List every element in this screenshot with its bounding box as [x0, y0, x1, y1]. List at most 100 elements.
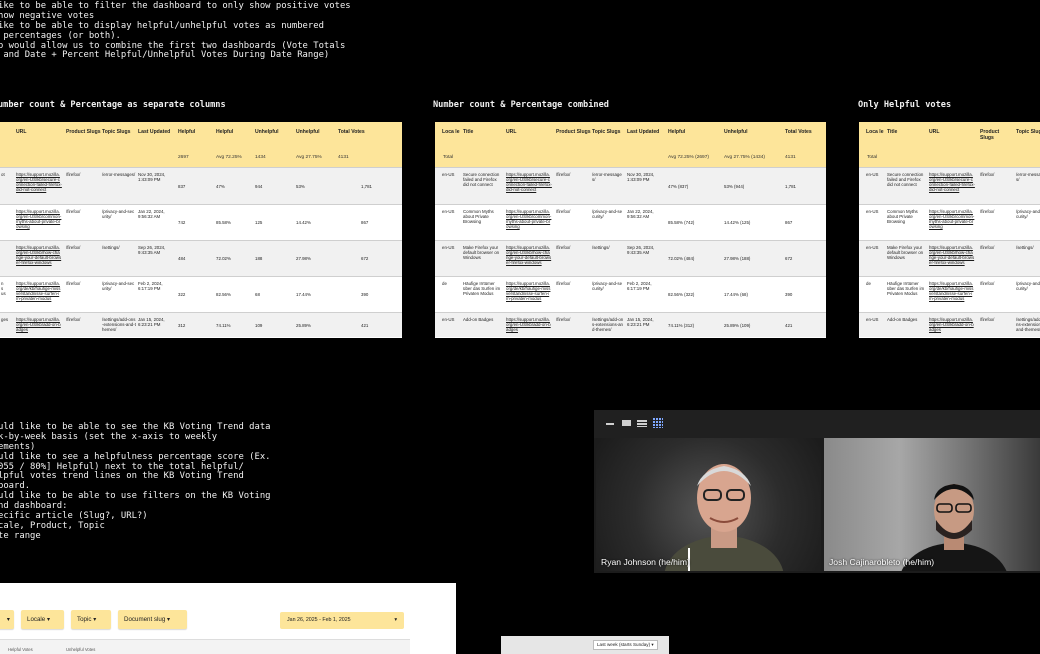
- row-url[interactable]: https://support.mozilla.org/en-US/kb/add…: [16, 317, 62, 332]
- row-locale: de: [442, 281, 447, 286]
- row-product: /firefox/: [66, 317, 81, 322]
- table-row[interactable]: n s us https://support.mozilla.org/de/kb/…: [0, 276, 402, 312]
- column-header[interactable]: Unhelpful: [255, 129, 293, 135]
- filter-chip-hidden[interactable]: ▾: [0, 610, 14, 629]
- column-header[interactable]: URL: [506, 129, 544, 135]
- row-url[interactable]: https://support.mozilla.org/en-US/kb/com…: [16, 209, 62, 229]
- column-header[interactable]: URL: [929, 129, 963, 135]
- row-url[interactable]: https://support.mozilla.org/en-US/kb/how…: [16, 245, 62, 265]
- minimize-icon[interactable]: [606, 423, 614, 425]
- row-topic: /privacy-and-security/: [1016, 281, 1040, 292]
- row-topic: /error-messages/: [102, 172, 136, 177]
- row-unhelpful: 14.42% (125): [724, 220, 751, 225]
- row-url[interactable]: https://support.mozilla.org/en-US/kb/how…: [506, 245, 552, 265]
- column-header[interactable]: Unhelpful: [724, 129, 762, 135]
- strip-view-icon[interactable]: [637, 420, 647, 427]
- note-line: and Date + Percent Helpful/Unhelpful Vot…: [0, 50, 330, 61]
- row-url[interactable]: https://support.mozilla.org/en-US/kb/add…: [929, 317, 975, 332]
- column-header[interactable]: URL: [16, 129, 54, 135]
- table-row[interactable]: en-US Add-on Badges https://support.mozill…: [435, 312, 826, 337]
- row-title: Common Myths about Private Browsing: [463, 209, 494, 225]
- row-product: /firefox/: [980, 209, 995, 214]
- row-url[interactable]: https://support.mozilla.org/en-US/kb/sec…: [929, 172, 975, 192]
- table-row[interactable]: en-US Common Myths about Private Browsing…: [435, 204, 826, 240]
- table-row[interactable]: en-US Make Firefox your default browser o…: [435, 240, 826, 276]
- table-row[interactable]: ot https://support.mozilla.org/en-US/kb/s…: [0, 167, 402, 204]
- video-tile-josh[interactable]: Josh Cajinarobleto (he/him): [824, 438, 1040, 571]
- row-topic: /settings/: [102, 245, 120, 250]
- column-header[interactable]: Product Slugs: [66, 129, 104, 135]
- column-header[interactable]: Helpful: [178, 129, 216, 135]
- column-header[interactable]: Product Slugs: [556, 129, 594, 135]
- date-range-picker[interactable]: Jan 26, 2025 - Feb 1, 2025 ▾: [280, 612, 404, 629]
- column-header[interactable]: Product Slugs: [980, 129, 1014, 141]
- row-url[interactable]: https://support.mozilla.org/en-US/kb/sec…: [16, 172, 62, 192]
- row-unhelpful: 188: [255, 256, 263, 261]
- table-row[interactable]: en-US Secure connection failed and Firefo…: [859, 167, 1040, 204]
- row-helpful-pct: 82.56%: [216, 292, 231, 297]
- locale-filter[interactable]: Locale ▾: [21, 610, 64, 629]
- row-product: /firefox/: [980, 172, 995, 177]
- column-header[interactable]: Total Votes: [338, 129, 376, 135]
- row-locale: en-US: [442, 245, 455, 250]
- row-helpful: 85.58% (742): [668, 220, 695, 225]
- table-row[interactable]: de Häufige Irrtümer über das Surfen im Pr…: [859, 276, 1040, 312]
- row-product: /firefox/: [556, 172, 571, 177]
- grid-view-icon[interactable]: [653, 418, 663, 428]
- table-row[interactable]: en-US Secure connection failed and Firefo…: [435, 167, 826, 204]
- video-tile-ryan[interactable]: Ryan Johnson (he/him): [596, 438, 821, 571]
- table-row[interactable]: en-US Make Firefox your default browser o…: [859, 240, 1040, 276]
- row-title: Add-on Badges: [463, 317, 494, 322]
- row-topic: /privacy-and-security/: [1016, 209, 1040, 220]
- row-helpful: 484: [178, 256, 186, 261]
- column-header[interactable]: Loca le: [442, 129, 460, 135]
- column-header[interactable]: Last Updated: [138, 129, 176, 135]
- table-row[interactable]: de Häufige Irrtümer über das Surfen im Pr…: [435, 276, 826, 312]
- column-header[interactable]: Topic Slugs: [592, 129, 630, 135]
- row-helpful: 312: [178, 322, 186, 328]
- chevron-down-icon: ▾: [651, 642, 654, 647]
- document-slug-filter[interactable]: Document slug ▾: [118, 610, 187, 629]
- row-url[interactable]: https://support.mozilla.org/en-US/kb/sec…: [506, 172, 552, 192]
- column-header[interactable]: Loca le: [866, 129, 884, 135]
- topic-filter[interactable]: Topic ▾: [71, 610, 111, 629]
- column-header[interactable]: Unhelpful: [296, 129, 334, 135]
- row-helpful-pct: 72.02%: [216, 256, 231, 261]
- column-header[interactable]: Last Updated: [627, 129, 665, 135]
- column-header[interactable]: Title: [887, 129, 921, 135]
- participant-name: Josh Cajinarobleto (he/him): [829, 557, 935, 567]
- single-view-icon[interactable]: [622, 420, 631, 426]
- row-url[interactable]: https://support.mozilla.org/en-US/kb/add…: [506, 317, 552, 332]
- column-header[interactable]: Topic Slugs: [1016, 129, 1040, 135]
- table-row[interactable]: en-US Add-on Badges https://support.mozill…: [859, 312, 1040, 337]
- column-header[interactable]: Total Votes: [785, 129, 823, 135]
- week-select[interactable]: Last week (starts Sunday) ▾: [593, 640, 658, 650]
- row-url[interactable]: https://support.mozilla.org/de/kb/haufig…: [16, 281, 62, 301]
- row-url[interactable]: https://support.mozilla.org/de/kb/haufig…: [506, 281, 552, 301]
- row-url[interactable]: https://support.mozilla.org/de/kb/haufig…: [929, 281, 975, 301]
- row-url[interactable]: https://support.mozilla.org/en-US/kb/com…: [506, 209, 552, 229]
- row-updated: Jan 15, 2024, 6:23:21 PM: [627, 317, 654, 328]
- row-total: 421: [785, 322, 793, 328]
- column-header[interactable]: Helpful: [668, 129, 706, 135]
- table-row[interactable]: https://support.mozilla.org/en-US/kb/how…: [0, 240, 402, 276]
- row-product: /firefox/: [556, 209, 571, 214]
- total-cell: Avg 72.25% (2697): [668, 155, 709, 160]
- row-url[interactable]: https://support.mozilla.org/en-US/kb/com…: [929, 209, 975, 229]
- column-header[interactable]: Topic Slugs: [102, 129, 140, 135]
- row-title: Make Firefox your default browser on Win…: [887, 245, 924, 261]
- column-header[interactable]: Title: [463, 129, 501, 135]
- row-topic: /privacy-and-security/: [102, 209, 135, 220]
- participant-name: Ryan Johnson (he/him): [601, 557, 690, 567]
- row-title: Häufige Irrtümer über das Surfen im Priv…: [887, 281, 925, 297]
- table-row[interactable]: ges https://support.mozilla.org/en-US/kb/…: [0, 312, 402, 337]
- row-title: Häufige Irrtümer über das Surfen im Priv…: [463, 281, 501, 297]
- row-unhelpful: 109: [255, 322, 263, 328]
- column-header[interactable]: Helpful: [216, 129, 254, 135]
- row-url[interactable]: https://support.mozilla.org/en-US/kb/how…: [929, 245, 975, 265]
- total-cell: Avg 27.75% (1434): [724, 155, 765, 160]
- table-row[interactable]: en-US Common Myths about Private Browsing…: [859, 204, 1040, 240]
- section-title-separate: umber count & Percentage as separate col…: [0, 100, 226, 110]
- row-helpful: 47% (837): [668, 183, 689, 189]
- table-row[interactable]: https://support.mozilla.org/en-US/kb/com…: [0, 204, 402, 240]
